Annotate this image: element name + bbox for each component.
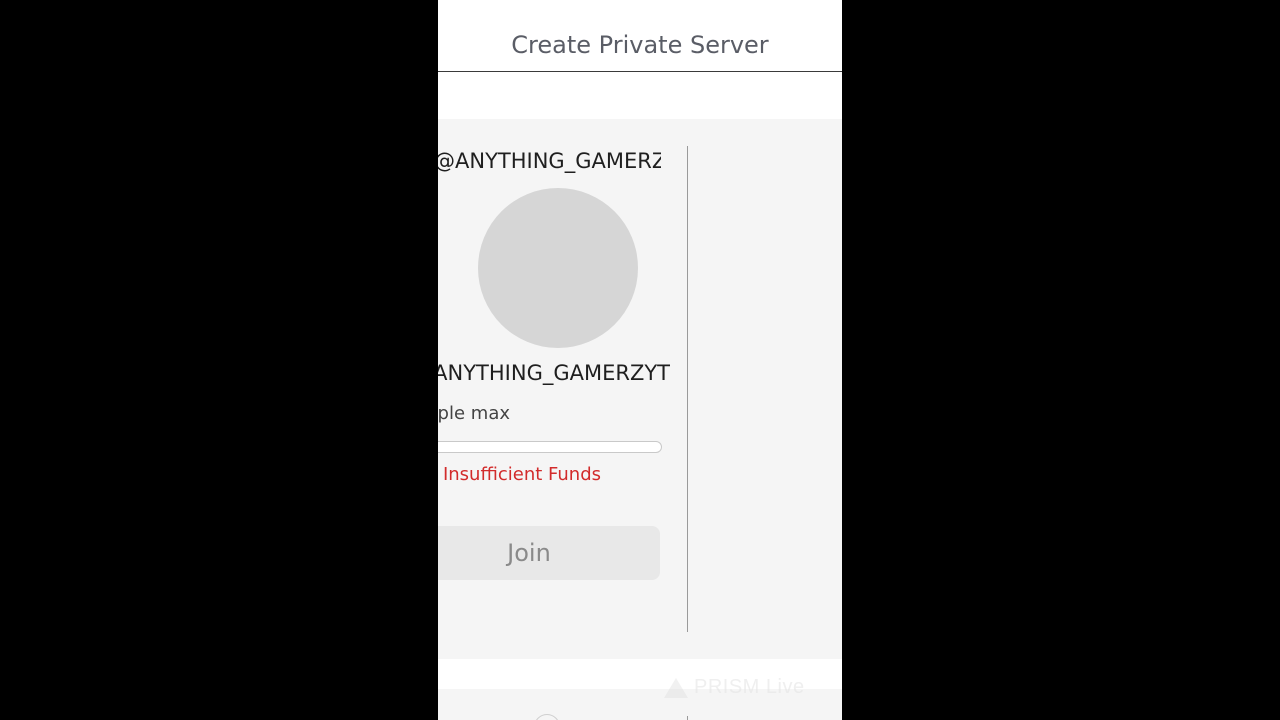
private-servers-panel: @ANYTHING_GAMERZYT ANYTHING_GAMERZYT peo… xyxy=(438,119,842,659)
card-divider xyxy=(687,146,688,632)
top-strip xyxy=(438,0,842,19)
avatar-placeholder-icon[interactable] xyxy=(478,188,638,348)
create-private-server-button[interactable]: Create Private Server xyxy=(438,18,842,72)
watermark-text: PRISM Live xyxy=(694,676,805,698)
insufficient-funds-message: Insufficient Funds xyxy=(442,464,601,485)
roblox-servers-page: Create Private Server @ANYTHING_GAMERZYT… xyxy=(438,0,842,720)
players-max-text: people max xyxy=(438,403,510,424)
player-capacity-bar xyxy=(438,441,662,453)
next-card-divider xyxy=(687,716,688,720)
join-button[interactable]: Join xyxy=(438,526,660,580)
prism-live-watermark: PRISM Live xyxy=(664,676,805,699)
server-name: ANYTHING_GAMERZYT xyxy=(438,361,670,385)
server-card: @ANYTHING_GAMERZYT ANYTHING_GAMERZYT peo… xyxy=(438,119,670,659)
server-owner-handle[interactable]: @ANYTHING_GAMERZYT xyxy=(438,149,661,173)
prism-triangle-icon xyxy=(664,677,688,698)
